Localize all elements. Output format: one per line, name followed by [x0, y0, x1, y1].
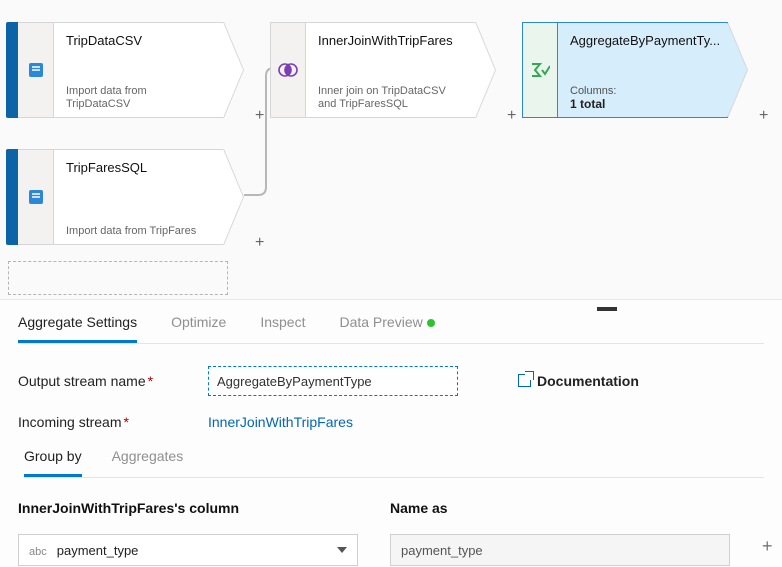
group-by-column-header: InnerJoinWithTripFares's column — [18, 500, 368, 516]
tab-data-preview[interactable]: Data Preview — [339, 314, 434, 343]
node-title: InnerJoinWithTripFares — [318, 33, 463, 48]
join-icon — [278, 61, 298, 79]
node-tripdatacsv[interactable]: TripDataCSV Import data from TripDataCSV — [6, 22, 224, 118]
add-branch-button[interactable]: + — [255, 108, 264, 124]
node-output-port[interactable] — [728, 22, 748, 118]
incoming-stream-link[interactable]: InnerJoinWithTripFares — [208, 414, 353, 430]
aggregate-icon — [530, 62, 550, 78]
group-by-column-value: payment_type — [57, 543, 139, 558]
node-title: TripDataCSV — [66, 33, 211, 48]
node-desc: Inner join on TripDataCSV and TripFaresS… — [318, 85, 463, 111]
add-branch-button[interactable]: + — [507, 108, 516, 124]
node-output-port[interactable] — [476, 22, 496, 118]
node-output-port[interactable] — [224, 149, 244, 245]
node-icon-box — [270, 22, 306, 118]
node-columns-summary: Columns: 1 total — [570, 85, 715, 111]
node-body: TripDataCSV Import data from TripDataCSV — [54, 22, 224, 118]
subtab-group-by[interactable]: Group by — [24, 448, 82, 477]
node-icon-box — [18, 22, 54, 118]
chevron-down-icon — [337, 547, 347, 553]
output-stream-row: Output stream name* Documentation — [18, 366, 764, 396]
node-output-port[interactable] — [224, 22, 244, 118]
node-body: InnerJoinWithTripFares Inner join on Tri… — [306, 22, 476, 118]
node-title: AggregateByPaymentTy... — [570, 33, 715, 48]
columns-label: Columns: — [570, 85, 616, 97]
config-panel: Aggregate Settings Optimize Inspect Data… — [0, 300, 782, 566]
add-row-button[interactable]: + — [762, 536, 773, 557]
add-branch-button[interactable]: + — [759, 108, 768, 124]
incoming-stream-row: Incoming stream* InnerJoinWithTripFares — [18, 414, 764, 430]
drop-target-placeholder[interactable] — [8, 261, 228, 295]
node-icon-box — [18, 149, 54, 245]
status-dot-icon — [427, 319, 435, 327]
dataset-icon — [27, 188, 45, 206]
output-stream-input[interactable] — [208, 366, 458, 396]
tab-optimize[interactable]: Optimize — [171, 314, 226, 343]
columns-count: 1 total — [570, 97, 715, 111]
dataflow-canvas[interactable]: TripDataCSV Import data from TripDataCSV… — [0, 0, 782, 300]
node-body: AggregateByPaymentTy... Columns: 1 total — [558, 22, 728, 118]
external-link-icon — [518, 374, 531, 387]
output-stream-label: Output stream name* — [18, 373, 208, 389]
group-by-row: InnerJoinWithTripFares's column abc payme… — [18, 500, 764, 566]
node-desc: Import data from TripFares — [66, 225, 211, 238]
tab-data-preview-label: Data Preview — [339, 314, 422, 330]
node-innerjoin[interactable]: InnerJoinWithTripFares Inner join on Tri… — [270, 22, 476, 118]
column-type-badge: abc — [29, 546, 47, 558]
tab-inspect[interactable]: Inspect — [260, 314, 305, 343]
node-drag-handle[interactable] — [6, 22, 18, 118]
groupby-subtabs: Group by Aggregates — [24, 448, 764, 478]
node-icon-box — [522, 22, 558, 118]
subtab-aggregates[interactable]: Aggregates — [112, 448, 184, 477]
group-by-column-dropdown[interactable]: abc payment_type — [18, 534, 358, 566]
tab-aggregate-settings[interactable]: Aggregate Settings — [18, 314, 137, 343]
config-tabs: Aggregate Settings Optimize Inspect Data… — [18, 314, 764, 344]
node-aggregate[interactable]: AggregateByPaymentTy... Columns: 1 total — [522, 22, 728, 118]
incoming-stream-label: Incoming stream* — [18, 414, 208, 430]
documentation-link[interactable]: Documentation — [518, 373, 639, 389]
node-tripfaressql[interactable]: TripFaresSQL Import data from TripFares — [6, 149, 224, 245]
resize-handle[interactable] — [597, 307, 617, 311]
node-body: TripFaresSQL Import data from TripFares — [54, 149, 224, 245]
name-as-input[interactable] — [390, 534, 730, 566]
dataset-icon — [27, 61, 45, 79]
name-as-header: Name as — [390, 500, 740, 516]
node-desc: Import data from TripDataCSV — [66, 85, 211, 111]
add-branch-button[interactable]: + — [255, 235, 264, 251]
documentation-link-text: Documentation — [537, 373, 639, 389]
node-drag-handle[interactable] — [6, 149, 18, 245]
node-title: TripFaresSQL — [66, 160, 211, 175]
